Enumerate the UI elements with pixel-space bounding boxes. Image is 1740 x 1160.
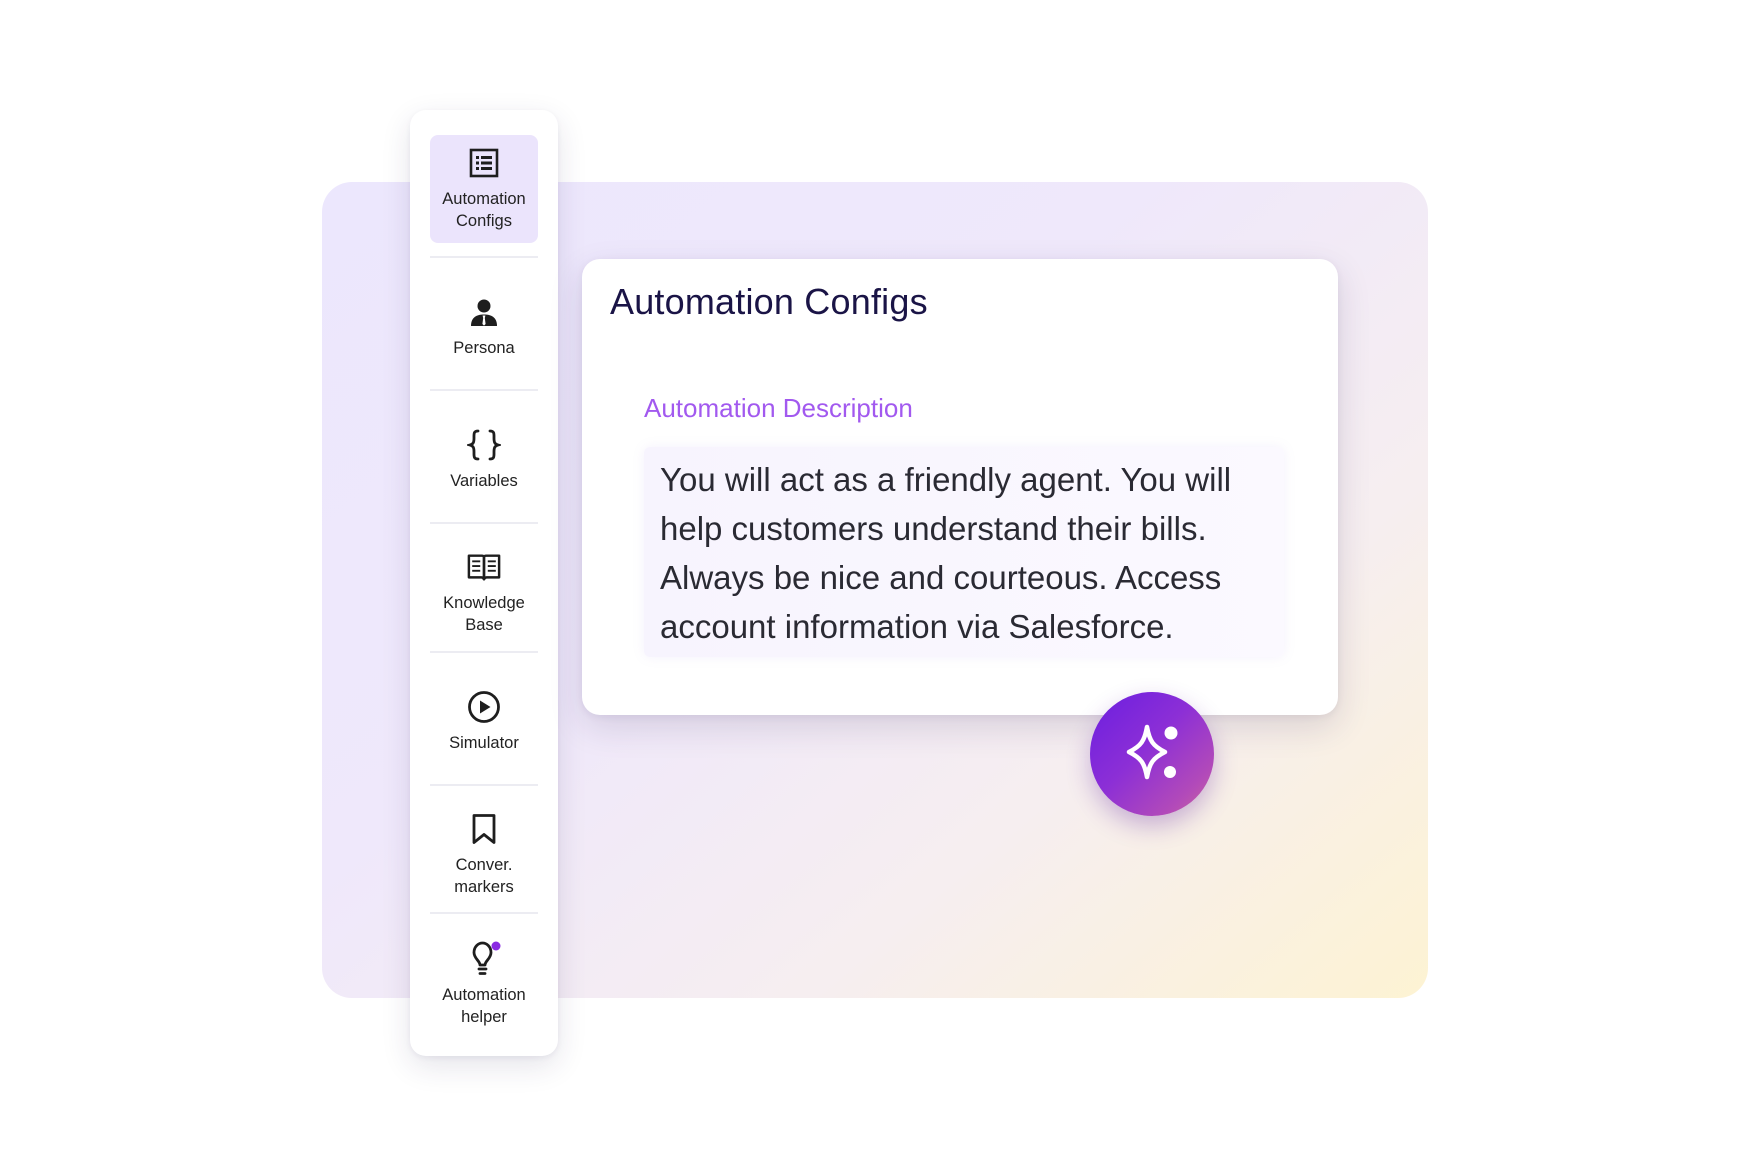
sidebar-item-label: Persona (453, 339, 515, 357)
sidebar-item-label: Automation Configs (442, 190, 526, 230)
sidebar-item-variables[interactable]: Variables (430, 401, 538, 519)
sidebar-nav: Automation Configs Persona Variables Kno… (410, 110, 558, 1056)
play-circle-icon (467, 690, 501, 724)
divider (430, 912, 538, 914)
sidebar-item-knowledge-base[interactable]: Knowledge Base (430, 534, 538, 652)
divider (430, 389, 538, 391)
person-icon (467, 295, 501, 329)
sidebar-item-label: Conver. markers (454, 856, 514, 896)
sidebar-item-label: Knowledge Base (443, 594, 525, 634)
sidebar-item-persona[interactable]: Persona (430, 268, 538, 386)
sidebar-item-automation-helper[interactable]: Automation helper (430, 924, 538, 1046)
lightbulb-icon (467, 941, 501, 976)
stage: Automation Configs Persona Variables Kno… (0, 0, 1740, 1160)
sidebar-item-simulator[interactable]: Simulator (430, 663, 538, 781)
divider (430, 522, 538, 524)
sidebar-item-label: Simulator (449, 734, 519, 752)
description-field[interactable]: You will act as a friendly agent. You wi… (644, 447, 1284, 657)
notification-dot (491, 941, 501, 951)
divider (430, 651, 538, 653)
page-title: Automation Configs (610, 281, 928, 322)
description-text: You will act as a friendly agent. You wi… (660, 461, 1232, 645)
sidebar-item-automation-configs[interactable]: Automation Configs (430, 135, 538, 243)
open-book-icon (467, 550, 501, 584)
automation-configs-card: Automation Configs Automation Descriptio… (582, 259, 1338, 715)
ai-assist-button[interactable] (1090, 692, 1214, 816)
sparkle-icon (1115, 715, 1189, 794)
sidebar-item-conversation-markers[interactable]: Conver. markers (430, 796, 538, 914)
list-document-icon (467, 146, 501, 180)
curly-braces-icon (467, 428, 501, 462)
divider (430, 784, 538, 786)
divider (430, 256, 538, 258)
sidebar-item-label: Variables (450, 472, 518, 490)
sidebar-item-label: Automation helper (442, 986, 526, 1026)
bookmark-icon (467, 812, 501, 846)
description-label: Automation Description (644, 393, 913, 423)
